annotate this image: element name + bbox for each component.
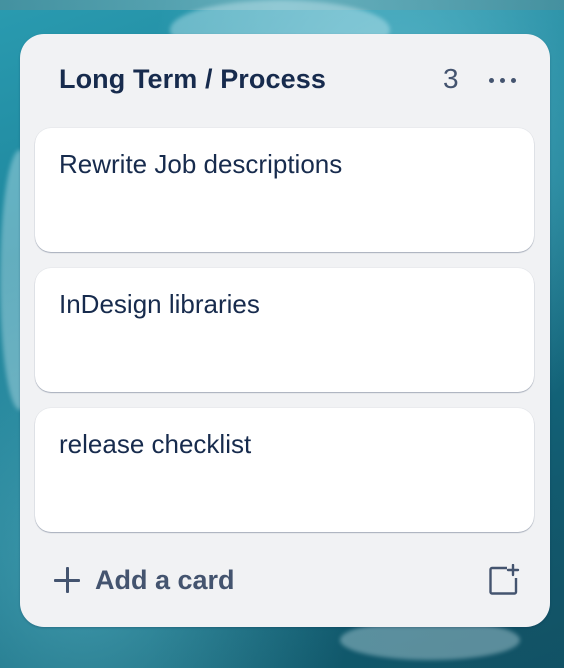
- list-title[interactable]: Long Term / Process: [59, 64, 326, 95]
- list-header[interactable]: Long Term / Process 3: [20, 34, 550, 126]
- menu-dot: [510, 77, 516, 83]
- card-title: Rewrite Job descriptions: [59, 149, 343, 179]
- add-card-label: Add a card: [95, 564, 235, 595]
- card-title: release checklist: [59, 429, 252, 459]
- list-card[interactable]: release checklist: [35, 408, 534, 532]
- menu-dot: [488, 77, 494, 83]
- plus-icon: [54, 567, 80, 593]
- list-card[interactable]: InDesign libraries: [35, 268, 534, 392]
- list-card[interactable]: Rewrite Job descriptions: [35, 128, 534, 252]
- card-title: InDesign libraries: [59, 289, 260, 319]
- list-column: Long Term / Process 3 Rewrite Job descri…: [20, 34, 550, 627]
- more-horizontal-icon[interactable]: [482, 68, 522, 92]
- menu-dot: [499, 77, 505, 83]
- list-card-count: 3: [443, 63, 459, 94]
- add-card-button[interactable]: Add a card: [36, 555, 456, 605]
- create-from-template-icon[interactable]: [488, 564, 520, 596]
